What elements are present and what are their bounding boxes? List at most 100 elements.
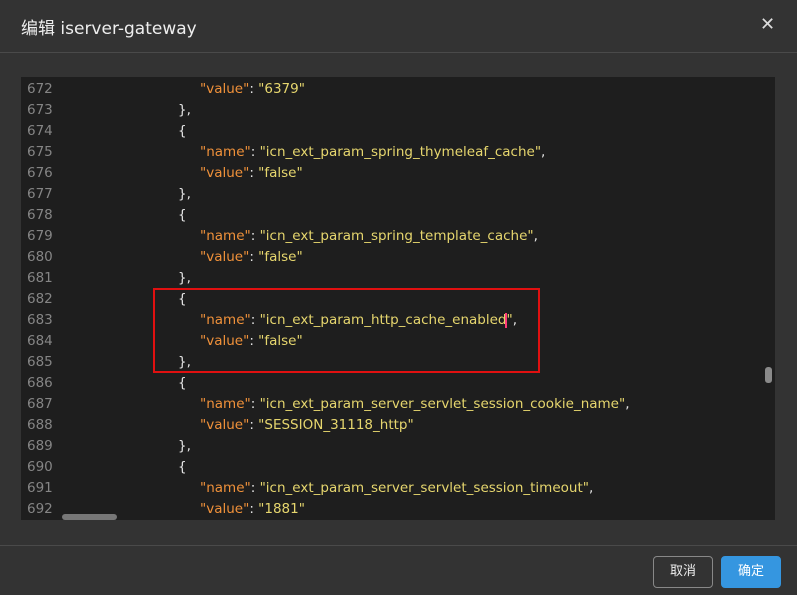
punctuation: }, [178, 102, 191, 118]
line-number: 679 [27, 228, 53, 244]
close-icon[interactable]: ✕ [760, 14, 775, 35]
code-text: "name": "icn_ext_param_server_servlet_se… [200, 478, 593, 499]
code-line: 673}, [21, 100, 775, 121]
json-string: 1881 [264, 501, 299, 517]
colon: : [249, 81, 259, 97]
colon: : [249, 501, 259, 517]
comma: , [541, 144, 546, 160]
colon: : [250, 396, 260, 412]
line-number: 689 [27, 438, 53, 454]
line-number: 687 [27, 396, 53, 412]
code-line: 688 "value": "SESSION_31118_http" [21, 415, 775, 436]
colon: : [250, 228, 260, 244]
code-text: { [178, 373, 187, 394]
line-number: 692 [27, 501, 53, 517]
colon: : [250, 480, 260, 496]
code-line: 677}, [21, 184, 775, 205]
comma: , [588, 480, 594, 496]
code-line: 686 { [21, 373, 775, 394]
punctuation: { [178, 459, 187, 475]
json-key: value [206, 81, 244, 97]
horizontal-scrollbar[interactable] [62, 514, 117, 520]
code-text: "name": "icn_ext_param_spring_thymeleaf_… [200, 142, 545, 163]
punctuation: }, [178, 438, 191, 454]
quote: " [298, 501, 305, 517]
line-number: 673 [27, 102, 53, 118]
line-number: 675 [27, 144, 53, 160]
code-line: 676 "value": "false" [21, 163, 775, 184]
line-number: 682 [27, 291, 53, 307]
line-number: 678 [27, 207, 53, 223]
footer-divider [0, 545, 797, 546]
code-text: }, [178, 436, 191, 457]
json-string: icn_ext_param_server_servlet_session_coo… [265, 396, 619, 412]
vertical-scrollbar[interactable] [765, 367, 772, 383]
code-line: 672 "value": "6379" [21, 79, 775, 100]
punctuation: { [178, 207, 187, 223]
json-key: value [206, 249, 244, 265]
line-number: 684 [27, 333, 53, 349]
ok-button[interactable]: 确定 [721, 556, 781, 588]
code-text: }, [178, 268, 191, 289]
code-line: 674 { [21, 121, 775, 142]
json-key: name [206, 228, 245, 244]
code-text: { [178, 205, 187, 226]
line-number: 691 [27, 480, 53, 496]
code-text: "name": "icn_ext_param_server_servlet_se… [200, 394, 630, 415]
line-number: 672 [27, 81, 53, 97]
code-text: }, [178, 100, 191, 121]
json-key: name [206, 480, 245, 496]
code-line: 680 "value": "false" [21, 247, 775, 268]
comma: , [625, 396, 630, 412]
json-string: false [264, 165, 297, 181]
line-number: 685 [27, 354, 53, 370]
json-string: 6379 [264, 81, 299, 97]
code-line: 692 "value": "1881" [21, 499, 775, 520]
code-line: 691 "name": "icn_ext_param_server_servlet… [21, 478, 775, 499]
quote: " [296, 249, 303, 265]
line-number: 680 [27, 249, 53, 265]
quote: " [407, 417, 414, 433]
colon: : [249, 417, 259, 433]
line-number: 690 [27, 459, 53, 475]
json-key: name [206, 396, 245, 412]
json-key: value [206, 165, 244, 181]
code-line: 689}, [21, 436, 775, 457]
json-key: value [206, 417, 244, 433]
quote: " [298, 81, 305, 97]
line-number: 677 [27, 186, 53, 202]
json-key: value [206, 501, 244, 517]
json-string: icn_ext_param_spring_template_cache [265, 228, 528, 244]
header-divider [0, 52, 797, 53]
line-number: 674 [27, 123, 53, 139]
code-text: }, [178, 184, 191, 205]
code-text: "value": "false" [200, 163, 303, 184]
line-number: 676 [27, 165, 53, 181]
code-line: 681}, [21, 268, 775, 289]
code-text: "value": "false" [200, 247, 303, 268]
line-number: 686 [27, 375, 53, 391]
dialog-title: 编辑 iserver-gateway [21, 19, 197, 39]
code-text: "value": "1881" [200, 499, 305, 520]
cancel-button[interactable]: 取消 [653, 556, 713, 588]
json-string: false [264, 249, 297, 265]
json-string: icn_ext_param_server_servlet_session_tim… [265, 480, 583, 496]
colon: : [249, 165, 259, 181]
line-number: 683 [27, 312, 53, 328]
code-line: 679 "name": "icn_ext_param_spring_templat… [21, 226, 775, 247]
code-line: 690 { [21, 457, 775, 478]
colon: : [249, 249, 259, 265]
comma: , [533, 228, 538, 244]
code-text: "value": "SESSION_31118_http" [200, 415, 414, 436]
code-line: 687 "name": "icn_ext_param_server_servlet… [21, 394, 775, 415]
json-key: name [206, 144, 245, 160]
line-number: 688 [27, 417, 53, 433]
line-number: 681 [27, 270, 53, 286]
code-line: 678 { [21, 205, 775, 226]
code-text: { [178, 457, 187, 478]
json-string: SESSION_31118_http [264, 417, 408, 433]
code-text: { [178, 121, 187, 142]
json-string: icn_ext_param_spring_thymeleaf_cache [265, 144, 535, 160]
punctuation: }, [178, 270, 191, 286]
code-text: "value": "6379" [200, 79, 305, 100]
